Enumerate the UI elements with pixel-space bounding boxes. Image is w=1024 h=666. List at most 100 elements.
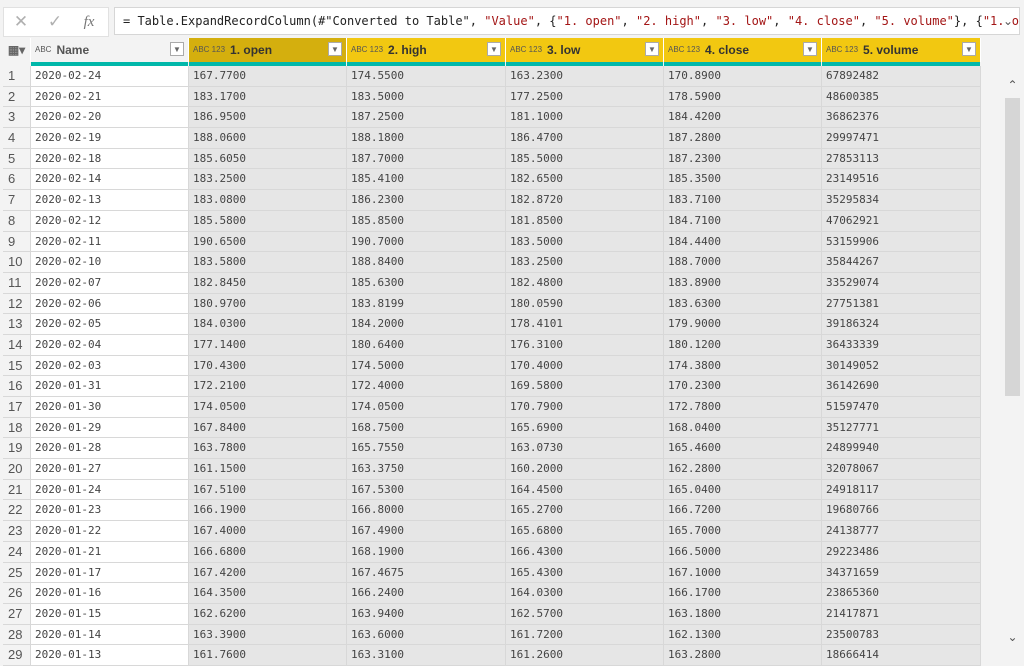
row-number[interactable]: 25 xyxy=(3,562,31,584)
row-number[interactable]: 13 xyxy=(3,314,31,335)
table-menu-icon[interactable]: ▦▾ xyxy=(3,38,31,62)
cell-volume[interactable]: 30149052 xyxy=(822,355,981,377)
cell-low[interactable]: 163.2300 xyxy=(506,66,664,87)
cell-close[interactable]: 180.1200 xyxy=(664,334,822,356)
cell-name[interactable]: 2020-02-18 xyxy=(31,148,189,170)
cell-close[interactable]: 168.0400 xyxy=(664,417,822,439)
cell-name[interactable]: 2020-02-05 xyxy=(31,314,189,335)
row-number[interactable]: 1 xyxy=(3,66,31,87)
row-number[interactable]: 28 xyxy=(3,624,31,646)
cell-low[interactable]: 182.6500 xyxy=(506,169,664,191)
cell-open[interactable]: 164.3500 xyxy=(189,583,347,604)
cell-high[interactable]: 163.9400 xyxy=(347,603,506,625)
filter-dropdown-icon[interactable]: ▼ xyxy=(487,42,501,56)
cell-open[interactable]: 183.0800 xyxy=(189,190,347,211)
cell-high[interactable]: 167.5300 xyxy=(347,479,506,501)
cell-low[interactable]: 161.7200 xyxy=(506,624,664,646)
cell-volume[interactable]: 21417871 xyxy=(822,603,981,625)
text-type-icon[interactable]: ABC xyxy=(35,46,51,54)
row-number[interactable]: 6 xyxy=(3,169,31,191)
row-number[interactable]: 12 xyxy=(3,293,31,315)
cell-close[interactable]: 162.1300 xyxy=(664,624,822,646)
row-number[interactable]: 5 xyxy=(3,148,31,170)
cell-close[interactable]: 174.3800 xyxy=(664,355,822,377)
cell-volume[interactable]: 35844267 xyxy=(822,252,981,273)
cell-low[interactable]: 165.4300 xyxy=(506,562,664,584)
row-number[interactable]: 14 xyxy=(3,334,31,356)
cell-volume[interactable]: 19680766 xyxy=(822,500,981,522)
cell-open[interactable]: 167.4200 xyxy=(189,562,347,584)
cell-name[interactable]: 2020-01-30 xyxy=(31,397,189,418)
cell-name[interactable]: 2020-01-21 xyxy=(31,541,189,563)
cell-name[interactable]: 2020-01-16 xyxy=(31,583,189,604)
row-number[interactable]: 18 xyxy=(3,417,31,439)
cell-close[interactable]: 184.4200 xyxy=(664,107,822,129)
cell-low[interactable]: 164.0300 xyxy=(506,583,664,604)
cell-name[interactable]: 2020-02-10 xyxy=(31,252,189,273)
cell-name[interactable]: 2020-01-22 xyxy=(31,521,189,542)
filter-dropdown-icon[interactable]: ▼ xyxy=(803,42,817,56)
row-number[interactable]: 3 xyxy=(3,107,31,129)
cell-name[interactable]: 2020-01-29 xyxy=(31,417,189,439)
row-number[interactable]: 7 xyxy=(3,190,31,211)
cell-close[interactable]: 178.5900 xyxy=(664,86,822,108)
row-number[interactable]: 22 xyxy=(3,500,31,522)
cell-low[interactable]: 165.6900 xyxy=(506,417,664,439)
cell-name[interactable]: 2020-02-06 xyxy=(31,293,189,315)
row-number[interactable]: 11 xyxy=(3,272,31,294)
cell-high[interactable]: 185.6300 xyxy=(347,272,506,294)
cell-close[interactable]: 187.2300 xyxy=(664,148,822,170)
cell-high[interactable]: 165.7550 xyxy=(347,438,506,460)
cell-name[interactable]: 2020-01-13 xyxy=(31,645,189,666)
row-number[interactable]: 20 xyxy=(3,459,31,480)
cell-volume[interactable]: 34371659 xyxy=(822,562,981,584)
cell-low[interactable]: 170.7900 xyxy=(506,397,664,418)
cell-close[interactable]: 165.7000 xyxy=(664,521,822,542)
cell-name[interactable]: 2020-02-04 xyxy=(31,334,189,356)
cell-close[interactable]: 183.7100 xyxy=(664,190,822,211)
filter-dropdown-icon[interactable]: ▼ xyxy=(962,42,976,56)
row-number[interactable]: 23 xyxy=(3,521,31,542)
cell-name[interactable]: 2020-02-13 xyxy=(31,190,189,211)
cell-volume[interactable]: 29223486 xyxy=(822,541,981,563)
cell-volume[interactable]: 33529074 xyxy=(822,272,981,294)
cell-name[interactable]: 2020-02-03 xyxy=(31,355,189,377)
cell-open[interactable]: 167.5100 xyxy=(189,479,347,501)
cell-high[interactable]: 187.7000 xyxy=(347,148,506,170)
scroll-down-icon[interactable]: ⌄ xyxy=(1004,630,1021,644)
cell-high[interactable]: 167.4900 xyxy=(347,521,506,542)
scroll-thumb[interactable] xyxy=(1005,98,1020,396)
cell-volume[interactable]: 24918117 xyxy=(822,479,981,501)
cell-volume[interactable]: 32078067 xyxy=(822,459,981,480)
filter-dropdown-icon[interactable]: ▼ xyxy=(170,42,184,56)
row-number[interactable]: 17 xyxy=(3,397,31,418)
confirm-icon[interactable]: ✓ xyxy=(38,12,72,32)
cell-volume[interactable]: 36862376 xyxy=(822,107,981,129)
cell-open[interactable]: 167.4000 xyxy=(189,521,347,542)
cell-open[interactable]: 162.6200 xyxy=(189,603,347,625)
cell-low[interactable]: 160.2000 xyxy=(506,459,664,480)
cell-low[interactable]: 176.3100 xyxy=(506,334,664,356)
cell-close[interactable]: 166.5000 xyxy=(664,541,822,563)
cell-high[interactable]: 167.4675 xyxy=(347,562,506,584)
cell-open[interactable]: 167.7700 xyxy=(189,66,347,87)
cell-volume[interactable]: 18666414 xyxy=(822,645,981,666)
cell-high[interactable]: 187.2500 xyxy=(347,107,506,129)
cell-volume[interactable]: 27751381 xyxy=(822,293,981,315)
cell-low[interactable]: 162.5700 xyxy=(506,603,664,625)
cell-volume[interactable]: 36142690 xyxy=(822,376,981,397)
cell-low[interactable]: 180.0590 xyxy=(506,293,664,315)
cell-low[interactable]: 185.5000 xyxy=(506,148,664,170)
column-header-volume[interactable]: ABC 123 5. volume ▼ xyxy=(822,38,981,62)
column-header-high[interactable]: ABC 123 2. high ▼ xyxy=(347,38,506,62)
cell-close[interactable]: 179.9000 xyxy=(664,314,822,335)
cell-open[interactable]: 161.7600 xyxy=(189,645,347,666)
cell-close[interactable]: 165.0400 xyxy=(664,479,822,501)
cell-volume[interactable]: 23149516 xyxy=(822,169,981,191)
cell-open[interactable]: 183.2500 xyxy=(189,169,347,191)
cell-high[interactable]: 163.6000 xyxy=(347,624,506,646)
cell-high[interactable]: 163.3750 xyxy=(347,459,506,480)
cell-high[interactable]: 168.1900 xyxy=(347,541,506,563)
cell-volume[interactable]: 35127771 xyxy=(822,417,981,439)
row-number[interactable]: 2 xyxy=(3,86,31,108)
